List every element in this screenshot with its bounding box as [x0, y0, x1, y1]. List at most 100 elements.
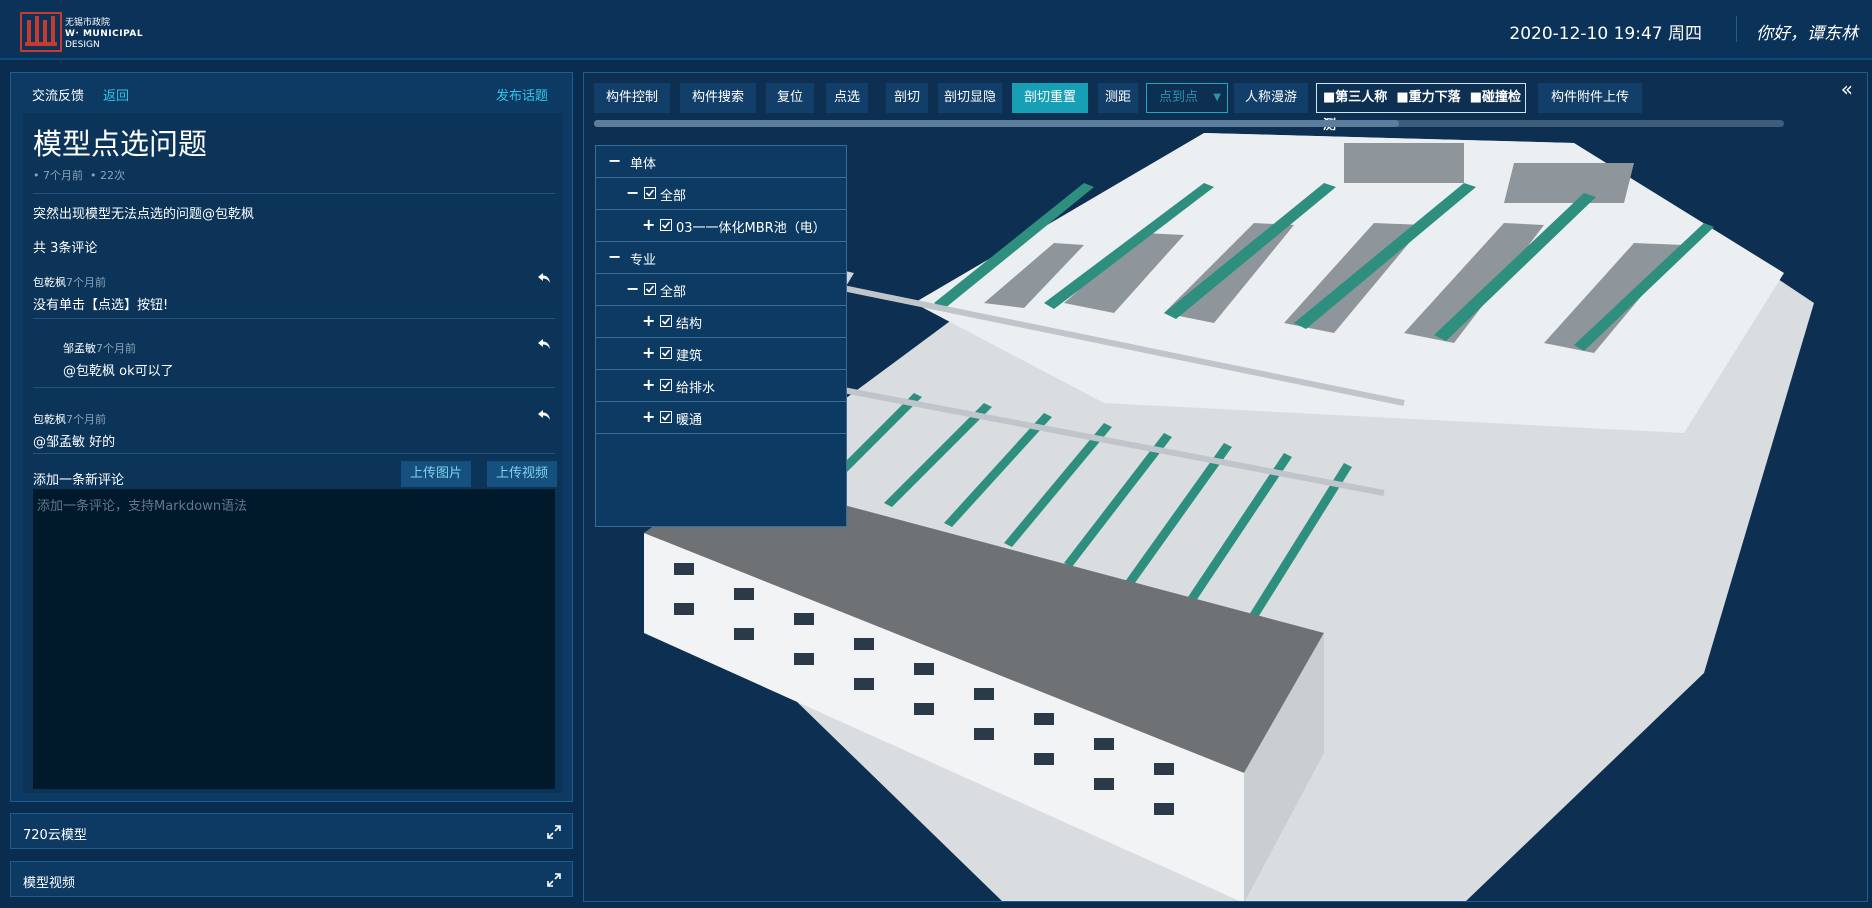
divider	[33, 193, 555, 194]
checkbox-checked-icon[interactable]	[660, 347, 672, 359]
reply-icon[interactable]	[537, 408, 551, 422]
checkbox-checked-icon[interactable]	[660, 219, 672, 231]
back-link[interactable]: 返回	[103, 85, 129, 104]
post-detail: 模型点选问题 • 7个月前 • 22次 突然出现模型无法点选的问题@包乾枫 共 …	[23, 113, 563, 793]
checkbox-icon[interactable]: ■	[1470, 90, 1482, 105]
tree-node-discipline[interactable]: − 专业	[596, 242, 846, 274]
comment-item: 包乾枫7个月前 @邹孟敏 好的	[33, 408, 555, 450]
comment-text: @邹孟敏 好的	[33, 435, 116, 450]
section-reset-button[interactable]: 剖切重置	[1012, 83, 1088, 113]
header-datetime: 2020-12-10 19:47 周四	[1509, 24, 1702, 44]
header-divider	[1736, 16, 1737, 42]
divider	[33, 387, 555, 388]
checkbox-checked-icon[interactable]	[660, 411, 672, 423]
model-video-panel[interactable]: 模型视频	[10, 861, 573, 897]
measure-mode-select[interactable]: 点到点 ▼	[1146, 83, 1228, 113]
tree-node-structure[interactable]: + 结构	[596, 306, 846, 338]
divider	[33, 453, 555, 454]
tree-node-single[interactable]: − 单体	[596, 146, 846, 178]
comment-text: @包乾枫 ok可以了	[63, 364, 174, 379]
publish-topic-link[interactable]: 发布话题	[496, 85, 548, 104]
tree-node-architecture[interactable]: + 建筑	[596, 338, 846, 370]
upload-video-button[interactable]: 上传视频	[487, 461, 558, 487]
section-button[interactable]: 剖切	[886, 83, 928, 113]
component-search-button[interactable]: 构件搜索	[680, 83, 756, 113]
expand-plus-icon[interactable]: +	[642, 377, 655, 393]
bullet-icon: •	[86, 169, 97, 182]
collapse-minus-icon[interactable]: −	[626, 281, 639, 297]
cloud-model-panel[interactable]: 720云模型	[10, 813, 573, 849]
checkbox-checked-icon[interactable]	[644, 283, 656, 295]
bullet-icon: •	[33, 169, 40, 182]
collapse-minus-icon[interactable]: −	[626, 185, 639, 201]
tree-label: 建筑	[676, 349, 703, 364]
tree-label: 03一一体化MBR池（电）	[676, 221, 826, 236]
collapse-minus-icon[interactable]: −	[608, 153, 621, 169]
reply-icon[interactable]	[537, 337, 551, 351]
checkbox-checked-icon[interactable]	[660, 315, 672, 327]
component-control-button[interactable]: 构件控制	[594, 83, 670, 113]
toolbar-scrollbar-thumb[interactable]	[594, 120, 1399, 127]
walkthrough-options: ■第三人称 ■重力下落 ■碰撞检测	[1316, 83, 1526, 133]
expand-icon[interactable]	[546, 872, 562, 888]
feedback-panel-header: 交流反馈 返回 发布话题	[11, 73, 572, 113]
tree-label: 专业	[630, 253, 657, 268]
comment-author[interactable]: 邹孟敏	[63, 342, 96, 355]
municipal-logo	[20, 12, 62, 52]
chevron-down-icon: ▼	[1213, 92, 1221, 103]
tree-label: 结构	[676, 317, 703, 332]
tree-node-all[interactable]: − 全部	[596, 178, 846, 210]
comment-item: 包乾枫7个月前 没有单击【点选】按钮!	[33, 271, 555, 313]
post-views: 22次	[100, 169, 125, 182]
model-video-label: 模型视频	[23, 876, 76, 891]
attachment-upload-button[interactable]: 构件附件上传	[1538, 83, 1642, 113]
expand-icon[interactable]	[546, 824, 562, 840]
reset-button[interactable]: 复位	[766, 83, 814, 113]
model-viewer: 构件控制 构件搜索 复位 点选 剖切 剖切显隐 剖切重置 测距 点到点 ▼ 人称…	[583, 72, 1868, 902]
logo-cn: 无锡市政院	[65, 18, 111, 28]
expand-plus-icon[interactable]: +	[642, 313, 655, 329]
checkbox-checked-icon[interactable]	[660, 379, 672, 391]
tree-node-all[interactable]: − 全部	[596, 274, 846, 306]
third-person-label[interactable]: 第三人称	[1335, 90, 1387, 105]
tree-node-plumbing[interactable]: + 给排水	[596, 370, 846, 402]
reply-icon[interactable]	[537, 271, 551, 285]
post-meta: • 7个月前 • 22次	[33, 167, 125, 183]
collapse-double-chevron-icon[interactable]: «	[1841, 77, 1853, 101]
post-body: 突然出现模型无法点选的问题@包乾枫	[33, 207, 255, 222]
section-toggle-button[interactable]: 剖切显隐	[938, 83, 1002, 113]
tree-label: 暖通	[676, 413, 703, 428]
tree-label: 给排水	[676, 381, 716, 396]
user-greeting[interactable]: 你好，谭东林	[1756, 19, 1858, 44]
post-title: 模型点选问题	[33, 127, 208, 161]
collapse-minus-icon[interactable]: −	[608, 249, 621, 265]
post-age: 7个月前	[43, 169, 83, 182]
checkbox-icon[interactable]: ■	[1396, 90, 1408, 105]
component-tree: − 单体 − 全部 + 03一一体化MBR池（电） − 专业 − 全部 + 结构	[595, 145, 847, 527]
tree-node-hvac[interactable]: + 暖通	[596, 402, 846, 434]
expand-plus-icon[interactable]: +	[642, 217, 655, 233]
tree-label: 单体	[630, 157, 657, 172]
comment-time: 7个月前	[66, 276, 106, 289]
feedback-panel: 交流反馈 返回 发布话题 模型点选问题 • 7个月前 • 22次 突然出现模型无…	[10, 72, 573, 802]
tree-label: 全部	[660, 189, 687, 204]
app-header: 无锡市政院 W· MUNICIPAL DESIGN 2020-12-10 19:…	[0, 0, 1872, 60]
comment-time: 7个月前	[66, 413, 106, 426]
comment-author[interactable]: 包乾枫	[33, 413, 66, 426]
comment-input[interactable]	[33, 489, 555, 789]
comment-count: 共 3条评论	[33, 241, 98, 256]
cloud-model-label: 720云模型	[23, 828, 87, 843]
measure-button[interactable]: 测距	[1098, 83, 1138, 113]
checkbox-icon[interactable]: ■	[1323, 90, 1335, 105]
walkthrough-button[interactable]: 人称漫游	[1234, 83, 1308, 113]
expand-plus-icon[interactable]: +	[642, 409, 655, 425]
comment-author[interactable]: 包乾枫	[33, 276, 66, 289]
upload-image-button[interactable]: 上传图片	[401, 461, 472, 487]
checkbox-checked-icon[interactable]	[644, 187, 656, 199]
comment-text: 没有单击【点选】按钮!	[33, 298, 169, 313]
expand-plus-icon[interactable]: +	[642, 345, 655, 361]
tree-node-mbr[interactable]: + 03一一体化MBR池（电）	[596, 210, 846, 242]
point-select-button[interactable]: 点选	[826, 83, 868, 113]
logo-text: 无锡市政院 W· MUNICIPAL DESIGN	[65, 18, 143, 51]
gravity-label[interactable]: 重力下落	[1409, 90, 1461, 105]
